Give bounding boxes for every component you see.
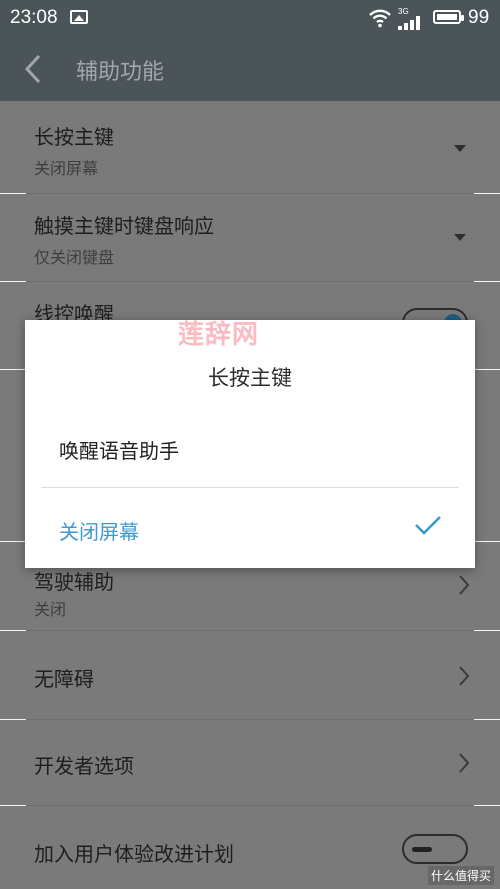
battery-icon	[433, 10, 464, 24]
image-notification-icon	[70, 10, 88, 24]
dropdown-caret-icon	[454, 234, 466, 241]
network-type-label: 3G	[398, 7, 409, 16]
setting-user-experience[interactable]: 加入用户体验改进计划	[0, 806, 500, 889]
signal-icon	[398, 16, 424, 35]
dialog-divider	[41, 487, 459, 488]
option-turn-off-screen[interactable]: 关闭屏幕	[59, 516, 139, 545]
page-title: 辅助功能	[76, 60, 165, 85]
chevron-right-icon	[458, 752, 470, 778]
back-arrow-icon[interactable]	[22, 54, 44, 88]
checkmark-icon	[414, 514, 442, 540]
wifi-icon	[368, 8, 392, 33]
setting-title: 开发者选项	[34, 754, 134, 778]
watermark-text: 莲辞网	[178, 320, 260, 350]
long-press-home-dialog: 长按主键 唤醒语音助手 关闭屏幕	[25, 320, 475, 568]
status-bar: 23:08 3G 99	[0, 0, 500, 36]
corner-watermark: 什么值得买	[427, 866, 494, 885]
setting-developer-options[interactable]: 开发者选项	[0, 720, 500, 805]
setting-subtitle: 仅关闭键盘	[34, 248, 115, 267]
setting-accessibility[interactable]: 无障碍	[0, 631, 500, 719]
option-wake-voice-assistant[interactable]: 唤醒语音助手	[59, 435, 179, 464]
chevron-right-icon	[458, 665, 470, 691]
setting-title: 加入用户体验改进计划	[34, 842, 234, 866]
setting-title: 触摸主键时键盘响应	[34, 214, 214, 238]
setting-title: 无障碍	[34, 667, 94, 691]
setting-long-press-home[interactable]: 长按主键 关闭屏幕	[0, 101, 500, 193]
dialog-title: 长按主键	[208, 366, 292, 390]
setting-subtitle: 关闭屏幕	[34, 159, 99, 178]
dropdown-caret-icon	[454, 145, 466, 152]
setting-title: 驾驶辅助	[34, 570, 114, 594]
chevron-right-icon	[458, 574, 470, 600]
status-time: 23:08	[10, 7, 58, 28]
user-experience-toggle[interactable]	[402, 834, 468, 864]
setting-home-touch-keyboard[interactable]: 触摸主键时键盘响应 仅关闭键盘	[0, 194, 500, 281]
app-header: 辅助功能	[0, 36, 500, 101]
setting-title: 长按主键	[34, 125, 114, 149]
setting-subtitle: 关闭	[34, 600, 67, 619]
battery-level: 99	[468, 7, 490, 28]
